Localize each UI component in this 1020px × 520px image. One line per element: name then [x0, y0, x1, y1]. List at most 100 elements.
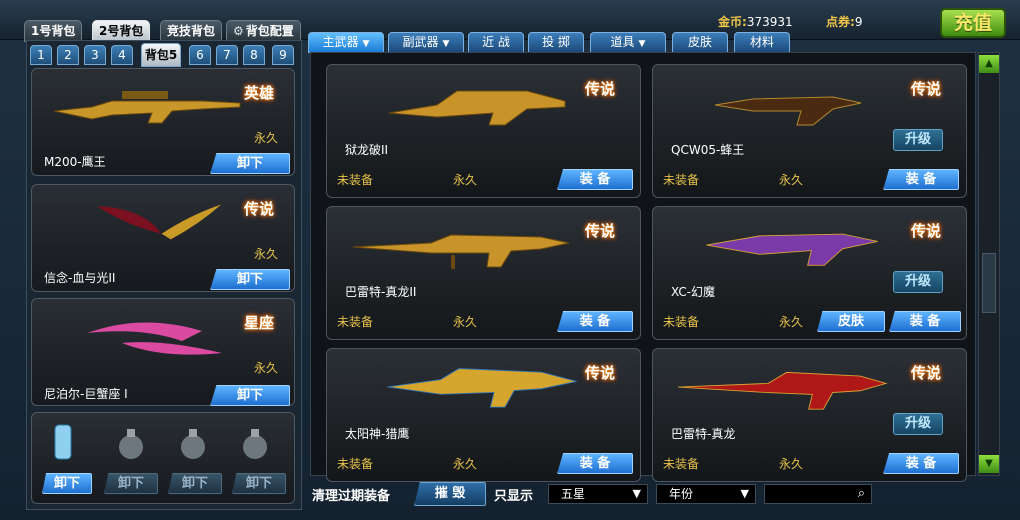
charge-button[interactable]: 充值: [940, 8, 1006, 38]
left-item-card[interactable]: 英雄 永久 M200-鹰王 卸下: [31, 68, 295, 176]
filter-year-value: 年份: [669, 487, 694, 501]
rifle-icon: [387, 368, 577, 408]
tab-skins[interactable]: 皮肤: [672, 32, 728, 53]
grenade-icon: [181, 429, 205, 459]
equip-button[interactable]: 装 备: [883, 169, 959, 190]
status-label: 未装备: [337, 457, 374, 471]
rifle-icon: [352, 234, 570, 269]
weapon-card[interactable]: 传说 升级 巴雷特-真龙 未装备 永久 装 备: [652, 348, 967, 482]
unequip-button[interactable]: 卸下: [168, 473, 222, 494]
pack-tab-4[interactable]: 4: [111, 45, 133, 65]
scroll-thumb[interactable]: [982, 253, 996, 313]
equip-button[interactable]: 装 备: [557, 169, 633, 190]
grenade-icon: [54, 424, 72, 460]
status-label: 未装备: [337, 315, 374, 329]
upgrade-button[interactable]: 升级: [893, 413, 943, 435]
duration-label: 永久: [254, 131, 279, 145]
skin-button[interactable]: 皮肤: [817, 311, 885, 332]
tab-props[interactable]: 道具 ▼: [590, 32, 666, 53]
rifle-icon: [678, 371, 888, 410]
duration-label: 永久: [254, 247, 279, 261]
points-label: 点券:: [826, 15, 855, 29]
duration-label: 永久: [453, 457, 478, 471]
tab-bag-config[interactable]: ⚙ 背包配置: [226, 20, 301, 42]
grenade-slots: 卸下 卸下 卸下 卸下: [31, 412, 295, 504]
status-label: 未装备: [663, 457, 700, 471]
equip-button[interactable]: 装 备: [883, 453, 959, 474]
equip-button[interactable]: 装 备: [889, 311, 961, 332]
pack-tab-7[interactable]: 7: [216, 45, 238, 65]
weapon-card[interactable]: 传说 狱龙破II 未装备 永久 装 备: [326, 64, 641, 198]
duration-label: 永久: [779, 173, 804, 187]
gold-label: 金币:: [718, 15, 747, 29]
status-label: 未装备: [663, 173, 700, 187]
pack-tab-1[interactable]: 1: [30, 45, 52, 65]
bag-config-label: 背包配置: [245, 24, 294, 38]
unequip-button[interactable]: 卸下: [232, 473, 286, 494]
pack-tab-5[interactable]: 背包5: [141, 43, 181, 67]
unequip-button[interactable]: 卸下: [104, 473, 158, 494]
knife-icon: [87, 322, 222, 355]
destroy-button[interactable]: 摧 毁: [414, 482, 486, 506]
knife-icon: [97, 204, 222, 240]
scroll-up-icon[interactable]: ▲: [979, 55, 999, 73]
chevron-down-icon: ▼: [740, 487, 749, 500]
tab-label: 副武器: [402, 35, 439, 49]
weapon-card[interactable]: 传说 升级 QCW05-蜂王 未装备 永久 装 备: [652, 64, 967, 198]
item-name: 尼泊尔-巨蟹座 I: [44, 387, 128, 401]
tab-secondary[interactable]: 副武器 ▼: [388, 32, 464, 53]
weapon-card[interactable]: 传说 升级 XC-幻魔 未装备 永久 皮肤 装 备: [652, 206, 967, 340]
unequip-button[interactable]: 卸下: [210, 385, 290, 406]
tab-competitive-bag[interactable]: 竞技背包: [160, 20, 223, 42]
duration-label: 永久: [453, 315, 478, 329]
tab-label: 主武器: [322, 35, 359, 49]
unequip-button[interactable]: 卸下: [42, 473, 92, 494]
tab-melee[interactable]: 近 战: [468, 32, 524, 53]
weapon-name: 狱龙破II: [345, 143, 389, 157]
pack-tab-8[interactable]: 8: [243, 45, 265, 65]
pack-tab-6[interactable]: 6: [189, 45, 211, 65]
item-name: 信念-血与光II: [44, 271, 116, 285]
weapon-name: 巴雷特-真龙: [671, 427, 736, 441]
filter-star-select[interactable]: 五星 ▼: [548, 484, 648, 504]
upgrade-button[interactable]: 升级: [893, 271, 943, 293]
weapon-name: 巴雷特-真龙II: [345, 285, 417, 299]
search-icon[interactable]: ⌕: [858, 485, 865, 503]
dropdown-arrow-icon: ▼: [638, 39, 646, 49]
pack-tab-2[interactable]: 2: [57, 45, 79, 65]
duration-label: 永久: [779, 315, 804, 329]
rank-badge: 传说: [243, 200, 274, 218]
rank-badge: 传说: [584, 80, 615, 98]
rifle-icon: [53, 91, 241, 124]
search-input[interactable]: ⌕: [764, 484, 872, 504]
grenade-icon: [119, 429, 143, 459]
unequip-button[interactable]: 卸下: [210, 269, 290, 290]
clear-expired-label: 清理过期装备: [312, 489, 391, 504]
weapon-card[interactable]: 传说 巴雷特-真龙II 未装备 永久 装 备: [326, 206, 641, 340]
unequip-button[interactable]: 卸下: [210, 153, 290, 174]
filter-year-select[interactable]: 年份 ▼: [656, 484, 756, 504]
upgrade-button[interactable]: 升级: [893, 129, 943, 151]
equip-button[interactable]: 装 备: [557, 311, 633, 332]
status-label: 未装备: [337, 173, 374, 187]
scroll-down-icon[interactable]: ▼: [979, 455, 999, 473]
scrollbar[interactable]: ▲ ▼: [978, 52, 1000, 476]
filter-star-value: 五星: [561, 487, 586, 501]
rank-badge: 传说: [910, 364, 941, 382]
tab-bag-1[interactable]: 1号背包: [24, 20, 83, 42]
tab-materials[interactable]: 材料: [734, 32, 790, 53]
tab-throw[interactable]: 投 掷: [528, 32, 584, 53]
equip-button[interactable]: 装 备: [557, 453, 633, 474]
rifle-icon: [706, 233, 878, 266]
duration-label: 永久: [254, 361, 279, 375]
rank-badge: 星座: [243, 314, 274, 332]
tab-bag-2[interactable]: 2号背包: [92, 20, 151, 42]
left-item-card[interactable]: 星座 永久 尼泊尔-巨蟹座 I 卸下: [31, 298, 295, 406]
left-item-card[interactable]: 传说 永久 信念-血与光II 卸下: [31, 184, 295, 292]
weapon-card[interactable]: 传说 太阳神-猎鹰 未装备 永久 装 备: [326, 348, 641, 482]
pack-tab-9[interactable]: 9: [272, 45, 294, 65]
tab-primary[interactable]: 主武器 ▼: [308, 32, 384, 53]
gear-icon: ⚙: [233, 24, 244, 38]
inventory-window: 1号背包 2号背包 竞技背包 ⚙ 背包配置 金币:373931 点券:9 充值 1…: [0, 0, 1020, 520]
pack-tab-3[interactable]: 3: [84, 45, 106, 65]
